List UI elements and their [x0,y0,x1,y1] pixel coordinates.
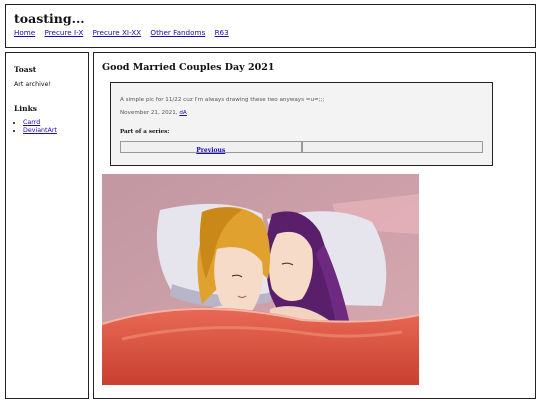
deviantart-post-link[interactable]: dA [179,110,186,116]
series-label: Part of a series: [120,129,170,135]
deviantart-link[interactable]: DeviantArt [23,127,57,134]
nav-precure-1-10-link[interactable]: Precure I-X [45,28,84,37]
nav-home-link[interactable]: Home [14,28,35,37]
carrd-link[interactable]: Carrd [23,119,40,126]
artwork-image [102,174,419,385]
site-title: toasting... [14,11,85,26]
main-nav: Home Precure I-X Precure XI-XX Other Fan… [14,28,236,37]
sidebar-title: Toast [14,65,37,74]
sidebar-links-list: Carrd DeviantArt [14,119,57,135]
list-item: Carrd [23,119,57,127]
links-heading: Links [14,104,37,113]
series-next-cell [301,141,483,153]
post-description: A simple pic for 11/22 cuz I'm always dr… [120,97,325,103]
list-item: DeviantArt [23,127,57,135]
site-header: toasting... Home Precure I-X Precure XI-… [5,4,536,48]
main-content: Good Married Couples Day 2021 A simple p… [93,52,536,399]
nav-r63-link[interactable]: R63 [215,28,229,37]
post-title: Good Married Couples Day 2021 [102,62,275,73]
series-nav: Previous [120,141,483,154]
post-info-box: A simple pic for 11/22 cuz I'm always dr… [110,82,493,166]
sidebar-about: Art archive! [14,81,52,88]
post-date: November 21, 2021, [120,110,178,116]
post-date-line: November 21, 2021, dA [120,110,187,116]
nav-other-fandoms-link[interactable]: Other Fandoms [150,28,205,37]
series-prev-cell: Previous [120,141,302,154]
previous-link[interactable]: Previous [196,147,225,154]
nav-precure-11-20-link[interactable]: Precure XI-XX [93,28,142,37]
face-right [268,231,313,302]
sidebar: Toast Art archive! Links Carrd DeviantAr… [5,52,89,399]
